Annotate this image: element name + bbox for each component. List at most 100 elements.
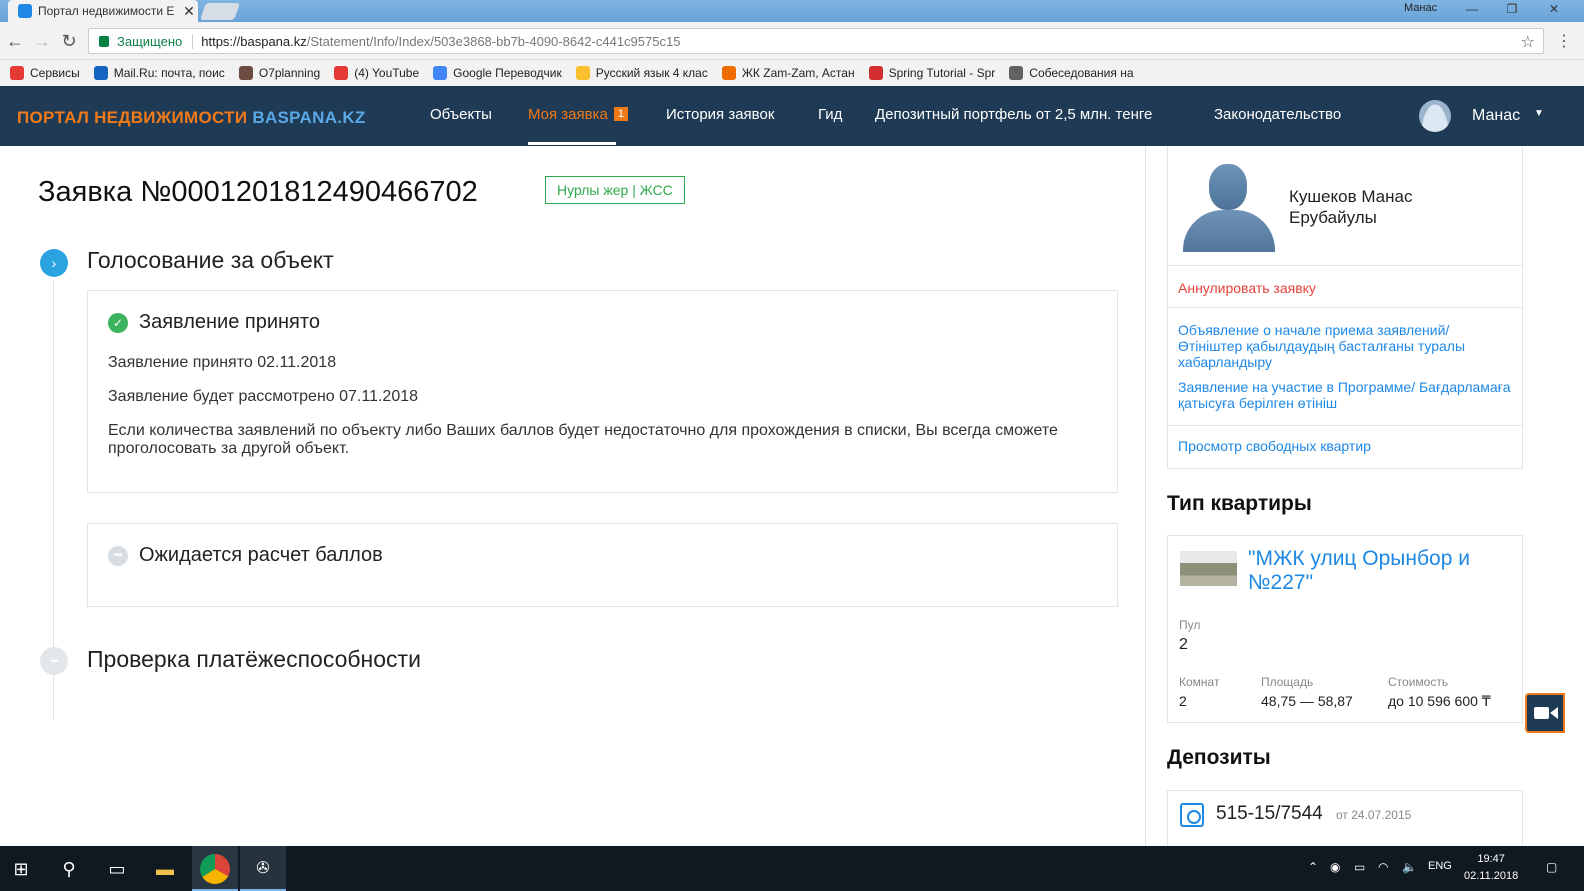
secure-label: Защищено xyxy=(117,33,194,49)
bookmark-label: (4) YouTube xyxy=(354,66,420,80)
check-circle-icon: ✓ xyxy=(108,312,128,333)
bookmark-item[interactable]: O7planning xyxy=(238,66,320,80)
show-hidden-icons-icon[interactable]: ⌃ xyxy=(1308,860,1318,874)
apartment-card: "МЖК улиц Орынбор и №227" Пул 2 Комнат 2… xyxy=(1167,535,1523,723)
documents-links: Объявление о начале приема заявлений/ Өт… xyxy=(1168,308,1522,426)
reload-icon[interactable]: ↻ xyxy=(59,31,79,51)
url-path: /Statement/Info/Index/503e3868-bb7b-4090… xyxy=(306,33,681,49)
profile-name: Кушеков Манас Ерубайулы xyxy=(1289,186,1412,228)
bookmark-item[interactable]: Русский язык 4 клас xyxy=(575,66,708,80)
area-label: Площадь xyxy=(1261,675,1314,689)
new-tab-button[interactable] xyxy=(199,3,241,20)
nav-deposit-portfolio[interactable]: Депозитный портфель от 2,5 млн. тенге xyxy=(875,106,1152,123)
nav-my-application[interactable]: Моя заявка 1 xyxy=(528,106,628,123)
bookmark-label: Mail.Ru: почта, поис xyxy=(113,66,225,80)
browser-tab-title: Портал недвижимости Е xyxy=(38,4,175,18)
bookmarks-bar: Сервисы Mail.Ru: почта, поис O7planning (4)… xyxy=(0,60,1584,86)
wifi-icon[interactable]: ◠ xyxy=(1378,860,1388,874)
close-window-icon[interactable]: ✕ xyxy=(1534,0,1574,20)
nav-objects[interactable]: Объекты xyxy=(430,106,492,123)
chrome-icon xyxy=(200,854,230,884)
nav-legislation[interactable]: Законодательство xyxy=(1214,106,1341,123)
site-logo[interactable]: ПОРТАЛ НЕДВИЖИМОСТИ BASPANA.KZ xyxy=(17,108,366,128)
minimize-icon[interactable]: — xyxy=(1452,0,1492,20)
notification-badge: 1 xyxy=(613,107,628,121)
deposit-number: 515-15/7544 xyxy=(1216,803,1323,824)
browser-tab[interactable]: Портал недвижимости Е ✕ xyxy=(8,0,198,22)
task-view-icon[interactable]: ▭ xyxy=(102,854,132,884)
close-tab-icon[interactable]: ✕ xyxy=(180,3,198,20)
search-icon[interactable]: ⚲ xyxy=(54,854,84,884)
cost-value: до 10 596 600 ₸ xyxy=(1388,693,1491,709)
chevron-right-icon[interactable]: › xyxy=(40,249,68,277)
bookmark-label: Сервисы xyxy=(30,66,80,80)
user-avatar-placeholder-icon xyxy=(1181,160,1277,252)
bookmark-favicon-icon xyxy=(575,66,590,80)
app-taskbar-button[interactable]: ✇ xyxy=(240,846,286,891)
record-icon[interactable]: ◉ xyxy=(1330,860,1340,874)
bookmark-item[interactable]: Google Переводчик xyxy=(433,66,562,80)
clock-time: 19:47 xyxy=(1477,853,1505,865)
page-title: Заявка №0001201812490466702 xyxy=(38,176,478,208)
free-apartments-link[interactable]: Просмотр свободных квартир xyxy=(1178,438,1512,454)
bookmark-star-icon[interactable]: ☆ xyxy=(1521,32,1535,52)
bookmark-item[interactable]: Собеседования на xyxy=(1009,66,1134,80)
nav-guide[interactable]: Гид xyxy=(818,106,842,123)
address-toolbar: ← → ↻ Защищено https://baspana.kz/Statem… xyxy=(0,22,1584,60)
battery-icon[interactable]: ▭ xyxy=(1354,860,1365,874)
windows-start-icon[interactable]: ⊞ xyxy=(6,854,36,884)
card-heading: ••• Ожидается расчет баллов xyxy=(108,544,1097,567)
bookmark-item[interactable]: ЖК Zam-Zam, Астан xyxy=(721,66,855,80)
user-menu-name[interactable]: Манас xyxy=(1472,107,1520,125)
url-host: https://baspana.kz xyxy=(201,33,307,49)
deposit-card[interactable]: 515-15/7544 от 24.07.2015 xyxy=(1167,790,1523,850)
apartment-complex-link[interactable]: "МЖК улиц Орынбор и №227" xyxy=(1248,547,1518,595)
status-card-scoring: ••• Ожидается расчет баллов xyxy=(87,523,1118,607)
main-content: Заявка №0001201812490466702 Нурлы жер | … xyxy=(0,146,1145,846)
forward-arrow-icon[interactable]: → xyxy=(32,31,52,51)
maximize-icon[interactable]: ❐ xyxy=(1492,0,1532,20)
browser-menu-icon[interactable]: ⋮ xyxy=(1556,31,1572,51)
nav-history[interactable]: История заявок xyxy=(666,106,774,123)
lock-icon xyxy=(99,35,109,47)
bookmark-label: Google Переводчик xyxy=(453,66,562,80)
app-icon: ✇ xyxy=(256,860,270,877)
pool-label: Пул xyxy=(1179,618,1201,632)
file-explorer-icon[interactable]: ▬ xyxy=(150,854,180,884)
announcement-link[interactable]: Объявление о начале приема заявлений/ Өт… xyxy=(1178,322,1512,370)
user-avatar[interactable] xyxy=(1419,100,1451,132)
cost-label: Стоимость xyxy=(1388,675,1449,689)
profile-name-line2: Ерубайулы xyxy=(1289,208,1377,227)
browser-tab-bar: Портал недвижимости Е ✕ Манас — ❐ ✕ xyxy=(0,0,1584,22)
clock-date: 02.11.2018 xyxy=(1464,870,1519,882)
bookmark-favicon-icon xyxy=(10,66,24,80)
bookmark-label: Spring Tutorial - Spr xyxy=(888,66,996,80)
bookmark-item[interactable]: Сервисы xyxy=(10,66,80,80)
volume-icon[interactable]: 🔈 xyxy=(1402,860,1417,874)
program-tag: Нурлы жер | ЖСС xyxy=(545,176,685,204)
bookmark-item[interactable]: (4) YouTube xyxy=(334,66,419,80)
bookmark-favicon-icon xyxy=(93,66,108,80)
card-heading: ✓ Заявление принято xyxy=(108,311,1097,334)
rooms-label: Комнат xyxy=(1179,675,1220,689)
bookmark-item[interactable]: Mail.Ru: почта, поис xyxy=(93,66,225,80)
bookmark-favicon-icon xyxy=(868,66,883,80)
chevron-down-icon[interactable]: ▼ xyxy=(1534,108,1544,119)
card-heading-text: Заявление принято xyxy=(139,311,320,333)
chrome-taskbar-button[interactable] xyxy=(192,846,238,891)
system-clock[interactable]: 19:47 02.11.2018 xyxy=(1464,851,1518,885)
application-doc-link[interactable]: Заявление на участие в Программе/ Бағдар… xyxy=(1178,379,1512,411)
windows-taskbar: ⊞ ⚲ ▭ ▬ ✇ ⌃ ◉ ▭ ◠ 🔈 ENG 19:47 02.11.2018… xyxy=(0,846,1584,891)
bookmark-favicon-icon xyxy=(1009,66,1024,80)
language-indicator[interactable]: ENG xyxy=(1428,860,1452,872)
video-call-icon[interactable] xyxy=(1525,693,1565,733)
bookmark-item[interactable]: Spring Tutorial - Spr xyxy=(868,66,996,80)
notifications-icon[interactable]: ▢ xyxy=(1546,860,1557,874)
building-thumbnail[interactable] xyxy=(1180,551,1237,586)
back-arrow-icon[interactable]: ← xyxy=(5,31,25,51)
review-date: Заявление будет рассмотрено 07.11.2018 xyxy=(108,388,419,405)
cancel-application-link[interactable]: Аннулировать заявку xyxy=(1168,266,1522,308)
pending-dots-icon: ••• xyxy=(108,545,128,566)
address-bar[interactable]: Защищено https://baspana.kz/Statement/In… xyxy=(88,28,1544,54)
bookmark-favicon-icon xyxy=(721,66,736,80)
